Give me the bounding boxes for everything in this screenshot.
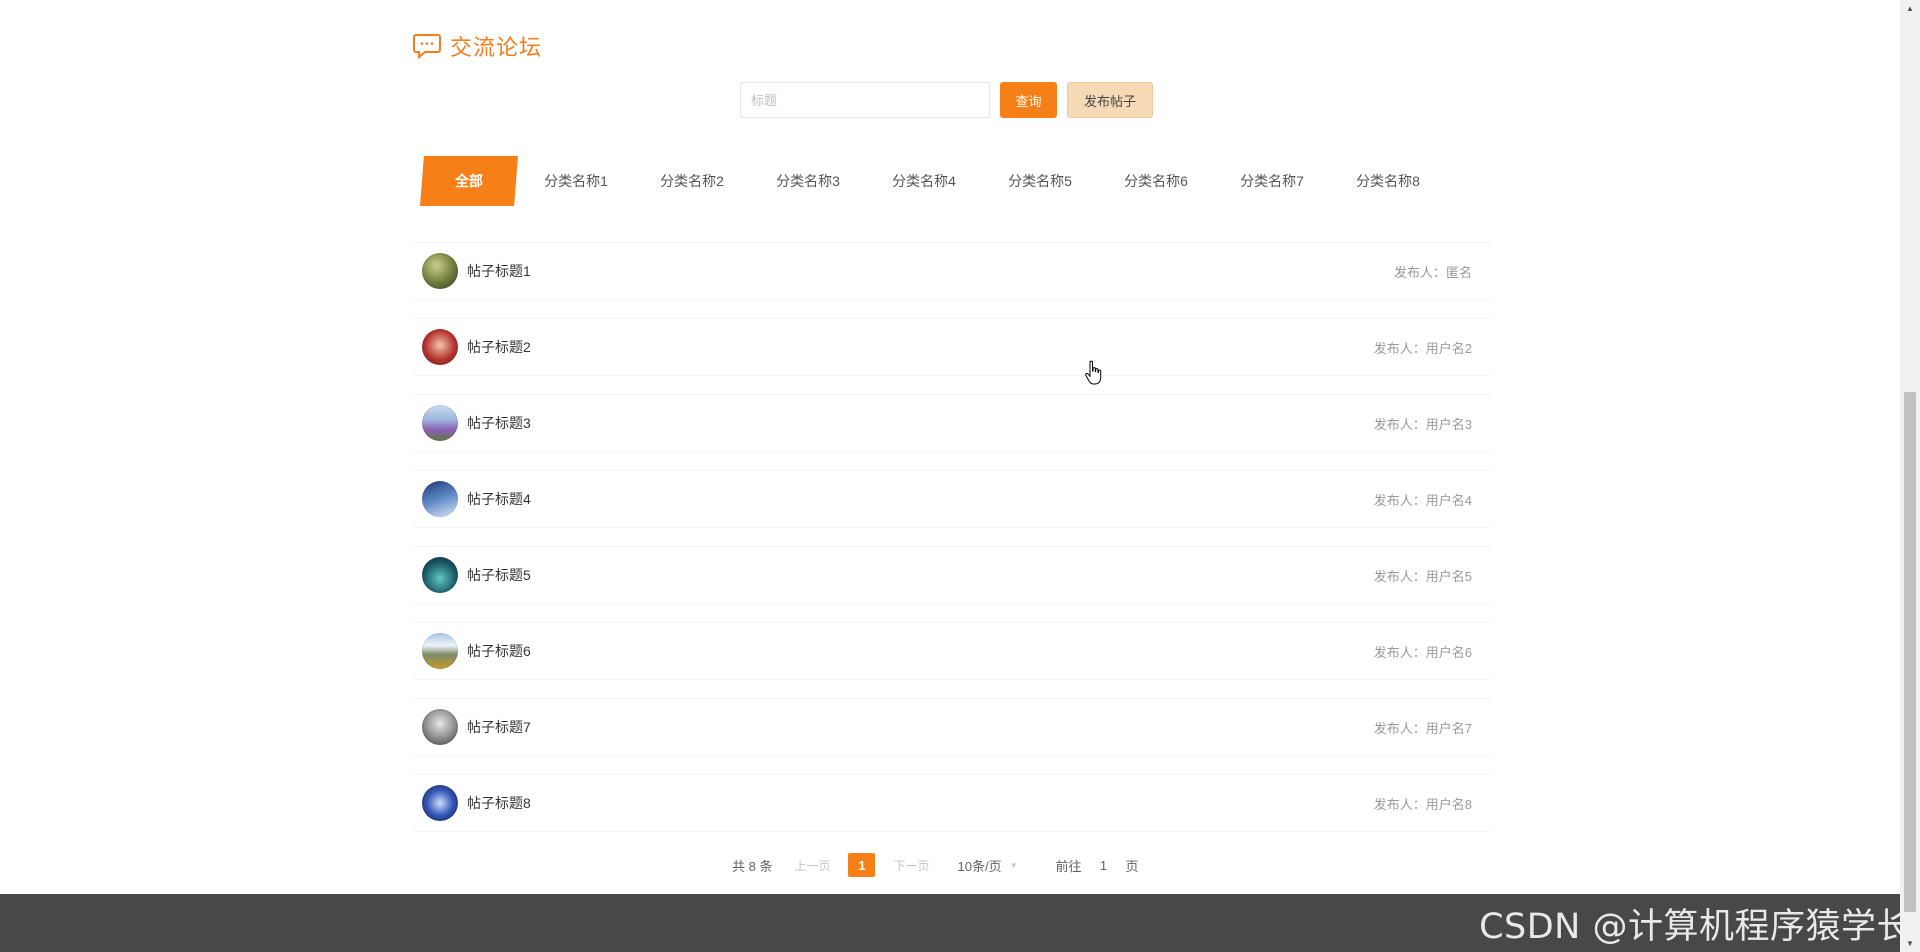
post-avatar — [422, 557, 458, 593]
post-author: 发布人：用户名5 — [1373, 568, 1472, 584]
post-avatar — [422, 329, 458, 365]
post-avatar — [422, 709, 458, 745]
post-item[interactable]: 帖子标题4 发布人：用户名4 — [412, 470, 1492, 528]
page-size-value: 10条/页 — [957, 858, 1002, 874]
tab-category-3[interactable]: 分类名称3 — [750, 171, 866, 191]
publish-post-button[interactable]: 发布帖子 — [1067, 82, 1153, 118]
hand-pointer-icon — [1085, 360, 1102, 385]
scroll-up-icon[interactable]: ▲ — [1900, 0, 1920, 17]
scroll-down-icon[interactable]: ▼ — [1900, 935, 1920, 952]
pagination-total: 共 8 条 — [732, 858, 773, 874]
post-author: 发布人：匿名 — [1393, 264, 1472, 280]
page-title: 交流论坛 — [450, 35, 543, 60]
post-title[interactable]: 帖子标题5 — [467, 565, 531, 585]
post-item[interactable]: 帖子标题3 发布人：用户名3 — [412, 394, 1492, 452]
tab-category-2[interactable]: 分类名称2 — [634, 171, 750, 191]
tab-category-7[interactable]: 分类名称7 — [1214, 171, 1330, 191]
goto-page-input[interactable]: 1 — [1086, 858, 1122, 873]
scrollbar-thumb[interactable] — [1904, 392, 1916, 912]
category-tabs: 全部 分类名称1 分类名称2 分类名称3 分类名称4 分类名称5 分类名称6 分… — [420, 156, 1446, 206]
search-input[interactable] — [740, 82, 990, 118]
next-page-button[interactable]: 下一页 — [893, 857, 929, 874]
page-number-current[interactable]: 1 — [848, 853, 876, 877]
tab-category-6[interactable]: 分类名称6 — [1098, 171, 1214, 191]
chevron-down-icon: ▼ — [1009, 860, 1018, 870]
post-title[interactable]: 帖子标题6 — [467, 641, 531, 661]
post-title[interactable]: 帖子标题8 — [467, 793, 531, 813]
post-author: 发布人：用户名6 — [1373, 644, 1472, 660]
post-author: 发布人：用户名8 — [1373, 796, 1472, 812]
post-avatar — [422, 633, 458, 669]
post-item[interactable]: 帖子标题6 发布人：用户名6 — [412, 622, 1492, 680]
pagination: 共 8 条 上一页 1 下一页 10条/页 ▼ 前往 1 页 — [732, 853, 1139, 877]
post-title[interactable]: 帖子标题1 — [467, 261, 531, 281]
post-avatar — [422, 405, 458, 441]
post-item[interactable]: 帖子标题5 发布人：用户名5 — [412, 546, 1492, 604]
post-list: 帖子标题1 发布人：匿名 帖子标题2 发布人：用户名2 帖子标题3 发布人：用户… — [412, 242, 1492, 850]
post-avatar — [422, 253, 458, 289]
query-button[interactable]: 查询 — [1000, 82, 1057, 118]
post-item[interactable]: 帖子标题2 发布人：用户名2 — [412, 318, 1492, 376]
post-title[interactable]: 帖子标题4 — [467, 489, 531, 509]
goto-prefix: 前往 — [1055, 858, 1082, 874]
tab-category-4[interactable]: 分类名称4 — [866, 171, 982, 191]
search-bar: 查询 发布帖子 — [740, 82, 1153, 118]
post-author: 发布人：用户名2 — [1373, 340, 1472, 356]
tab-category-1[interactable]: 分类名称1 — [518, 171, 634, 191]
tab-category-5[interactable]: 分类名称5 — [982, 171, 1098, 191]
chat-bubble-icon — [413, 34, 441, 60]
forum-header: 交流论坛 — [412, 30, 542, 62]
post-item[interactable]: 帖子标题7 发布人：用户名7 — [412, 698, 1492, 756]
post-author: 发布人：用户名4 — [1373, 492, 1472, 508]
tab-category-8[interactable]: 分类名称8 — [1330, 171, 1446, 191]
post-item[interactable]: 帖子标题1 发布人：匿名 — [412, 242, 1492, 300]
post-title[interactable]: 帖子标题7 — [467, 717, 531, 737]
post-author: 发布人：用户名7 — [1373, 720, 1472, 736]
page-jumper: 前往 1 页 — [1056, 856, 1139, 875]
page-size-select[interactable]: 10条/页 ▼ — [958, 856, 1018, 875]
post-title[interactable]: 帖子标题3 — [467, 413, 531, 433]
csdn-watermark: CSDN @计算机程序猿学长 — [1479, 907, 1912, 947]
post-avatar — [422, 481, 458, 517]
post-avatar — [422, 785, 458, 821]
goto-suffix: 页 — [1125, 858, 1139, 874]
post-item[interactable]: 帖子标题8 发布人：用户名8 — [412, 774, 1492, 832]
post-title[interactable]: 帖子标题2 — [467, 337, 531, 357]
vertical-scrollbar[interactable]: ▲ ▼ — [1900, 0, 1920, 952]
tab-all[interactable]: 全部 — [420, 156, 518, 206]
post-author: 发布人：用户名3 — [1373, 416, 1472, 432]
prev-page-button[interactable]: 上一页 — [794, 857, 830, 874]
